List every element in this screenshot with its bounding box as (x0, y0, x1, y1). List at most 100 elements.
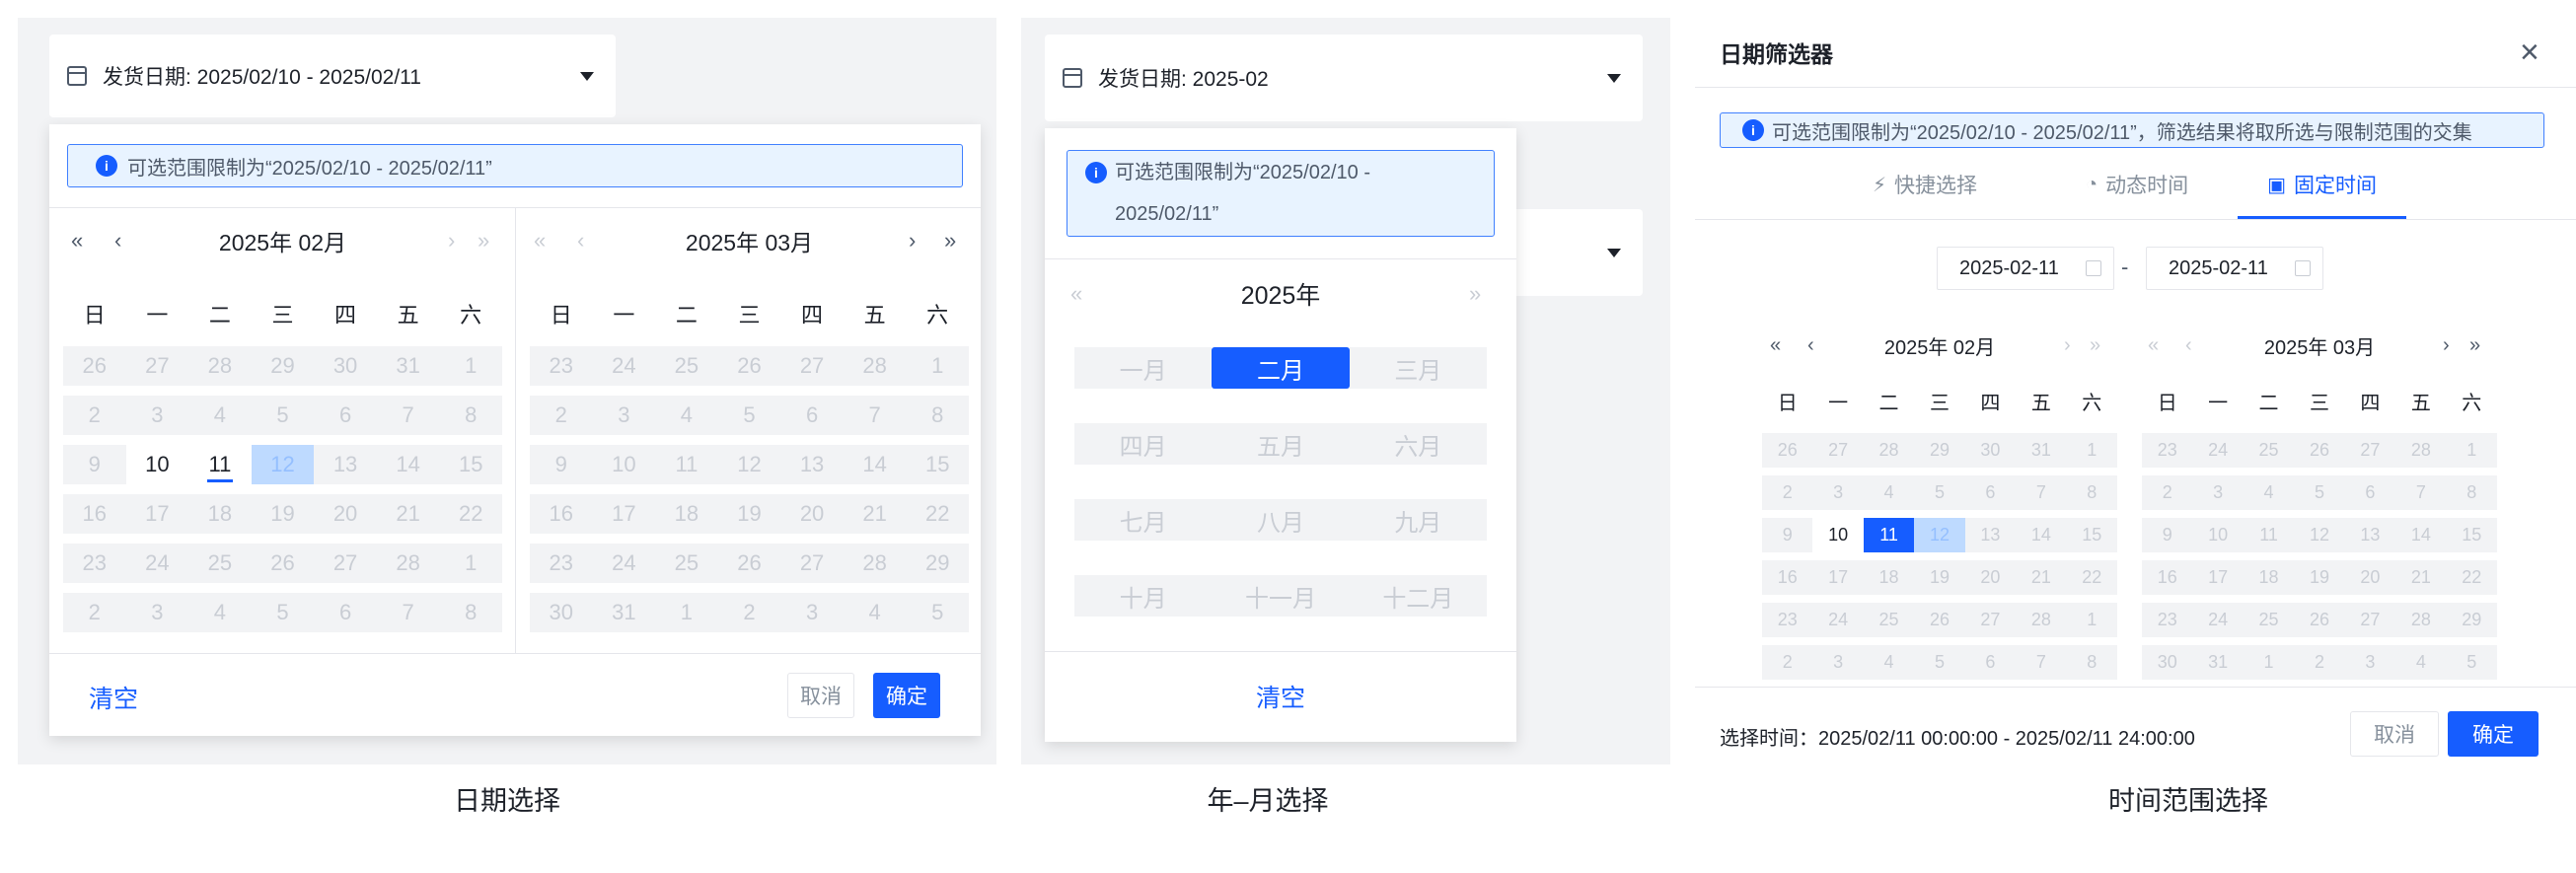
day-cell[interactable]: 28 (2395, 433, 2447, 468)
day-cell[interactable]: 21 (2016, 560, 2067, 595)
day-cell[interactable]: 23 (530, 346, 593, 386)
ship-month-select[interactable]: 发货日期: 2025-02 (1045, 35, 1643, 121)
next-year-button[interactable]: » (478, 221, 489, 260)
day-cell[interactable]: 8 (439, 396, 502, 435)
day-cell[interactable]: 1 (2446, 433, 2497, 468)
day-cell[interactable]: 25 (2243, 603, 2295, 637)
day-cell[interactable]: 6 (314, 593, 377, 632)
day-cell[interactable]: 11 (2243, 518, 2295, 552)
day-cell[interactable]: 1 (906, 346, 969, 386)
day-cell[interactable]: 7 (376, 593, 440, 632)
day-cell[interactable]: 15 (439, 445, 502, 484)
day-cell[interactable]: 27 (314, 544, 377, 583)
day-cell[interactable]: 20 (1964, 560, 2017, 595)
day-cell[interactable]: 28 (2016, 603, 2067, 637)
caret-down-icon[interactable] (580, 72, 594, 81)
day-cell[interactable]: 1 (655, 593, 718, 632)
day-cell[interactable]: 28 (1863, 433, 1915, 468)
day-cell[interactable]: 31 (376, 346, 440, 386)
day-cell[interactable]: 27 (780, 544, 844, 583)
next-year-button[interactable]: » (1469, 274, 1481, 314)
day-cell[interactable]: 5 (251, 396, 315, 435)
day-cell[interactable]: 25 (1863, 603, 1915, 637)
day-cell[interactable]: 6 (2344, 475, 2396, 510)
day-cell[interactable]: 15 (906, 445, 969, 484)
day-cell[interactable]: 2 (1762, 645, 1813, 680)
day-cell[interactable]: 24 (1812, 603, 1864, 637)
day-cell[interactable]: 29 (1914, 433, 1965, 468)
day-cell[interactable]: 16 (530, 494, 593, 534)
day-cell[interactable]: 8 (2446, 475, 2497, 510)
day-cell[interactable]: 30 (530, 593, 593, 632)
day-cell[interactable]: 4 (843, 593, 907, 632)
day-cell[interactable]: 8 (2066, 475, 2117, 510)
month-cell[interactable]: 四月 (1074, 423, 1213, 465)
day-cell[interactable]: 10 (1812, 518, 1864, 552)
day-cell[interactable]: 2 (2142, 475, 2193, 510)
month-cell[interactable]: 十二月 (1349, 575, 1487, 617)
day-cell[interactable]: 3 (2344, 645, 2396, 680)
month-cell[interactable]: 三月 (1349, 347, 1487, 389)
day-cell[interactable]: 4 (188, 593, 252, 632)
day-cell[interactable]: 31 (2016, 433, 2067, 468)
next-month-button[interactable]: › (2443, 326, 2450, 365)
month-cell[interactable]: 十月 (1074, 575, 1213, 617)
day-cell[interactable]: 29 (906, 544, 969, 583)
day-cell[interactable]: 2 (717, 593, 781, 632)
clear-button[interactable]: 清空 (1045, 679, 1516, 714)
day-cell[interactable]: 30 (2142, 645, 2193, 680)
day-cell[interactable]: 30 (314, 346, 377, 386)
day-cell[interactable]: 7 (2016, 475, 2067, 510)
day-cell[interactable]: 4 (1863, 475, 1915, 510)
day-cell[interactable]: 8 (439, 593, 502, 632)
month-cell[interactable]: 二月 (1212, 347, 1350, 389)
day-cell[interactable]: 1 (439, 544, 502, 583)
day-cell[interactable]: 9 (1762, 518, 1813, 552)
month-cell[interactable]: 七月 (1074, 499, 1213, 541)
day-cell[interactable]: 5 (2294, 475, 2345, 510)
day-cell[interactable]: 9 (63, 445, 126, 484)
day-cell[interactable]: 14 (2016, 518, 2067, 552)
day-cell[interactable]: 20 (780, 494, 844, 534)
day-cell[interactable]: 13 (780, 445, 844, 484)
day-cell[interactable]: 12 (2294, 518, 2345, 552)
next-year-button[interactable]: » (2090, 326, 2100, 365)
day-cell[interactable]: 2 (63, 593, 126, 632)
day-cell[interactable]: 28 (843, 346, 907, 386)
day-cell[interactable]: 28 (188, 346, 252, 386)
day-cell[interactable]: 13 (2344, 518, 2396, 552)
day-cell[interactable]: 29 (2446, 603, 2497, 637)
month-cell[interactable]: 五月 (1212, 423, 1350, 465)
day-cell[interactable]: 21 (376, 494, 440, 534)
day-cell[interactable]: 6 (1964, 475, 2017, 510)
day-cell[interactable]: 20 (2344, 560, 2396, 595)
day-cell[interactable]: 15 (2446, 518, 2497, 552)
day-cell[interactable]: 23 (2142, 433, 2193, 468)
day-cell[interactable]: 26 (1914, 603, 1965, 637)
day-cell[interactable]: 14 (843, 445, 907, 484)
day-cell[interactable]: 10 (125, 445, 189, 484)
next-year-button[interactable]: » (944, 221, 956, 260)
day-cell[interactable]: 3 (125, 593, 189, 632)
day-cell[interactable]: 24 (592, 544, 656, 583)
day-cell[interactable]: 18 (188, 494, 252, 534)
day-cell[interactable]: 6 (1964, 645, 2017, 680)
day-cell[interactable]: 10 (592, 445, 656, 484)
confirm-button[interactable]: 确定 (2448, 711, 2539, 757)
day-cell[interactable]: 14 (376, 445, 440, 484)
day-cell[interactable]: 2 (1762, 475, 1813, 510)
day-cell[interactable]: 22 (906, 494, 969, 534)
day-cell[interactable]: 5 (906, 593, 969, 632)
day-cell[interactable]: 28 (843, 544, 907, 583)
day-cell[interactable]: 25 (188, 544, 252, 583)
day-cell[interactable]: 21 (843, 494, 907, 534)
day-cell[interactable]: 1 (439, 346, 502, 386)
tab-fixed[interactable]: ▣ 固定时间 (2238, 150, 2406, 219)
day-cell[interactable]: 12 (1914, 518, 1965, 552)
day-cell[interactable]: 11 (188, 445, 252, 484)
day-cell[interactable]: 24 (2192, 603, 2244, 637)
day-cell[interactable]: 11 (655, 445, 718, 484)
day-cell[interactable]: 19 (251, 494, 315, 534)
day-cell[interactable]: 26 (717, 346, 781, 386)
day-cell[interactable]: 18 (1863, 560, 1915, 595)
